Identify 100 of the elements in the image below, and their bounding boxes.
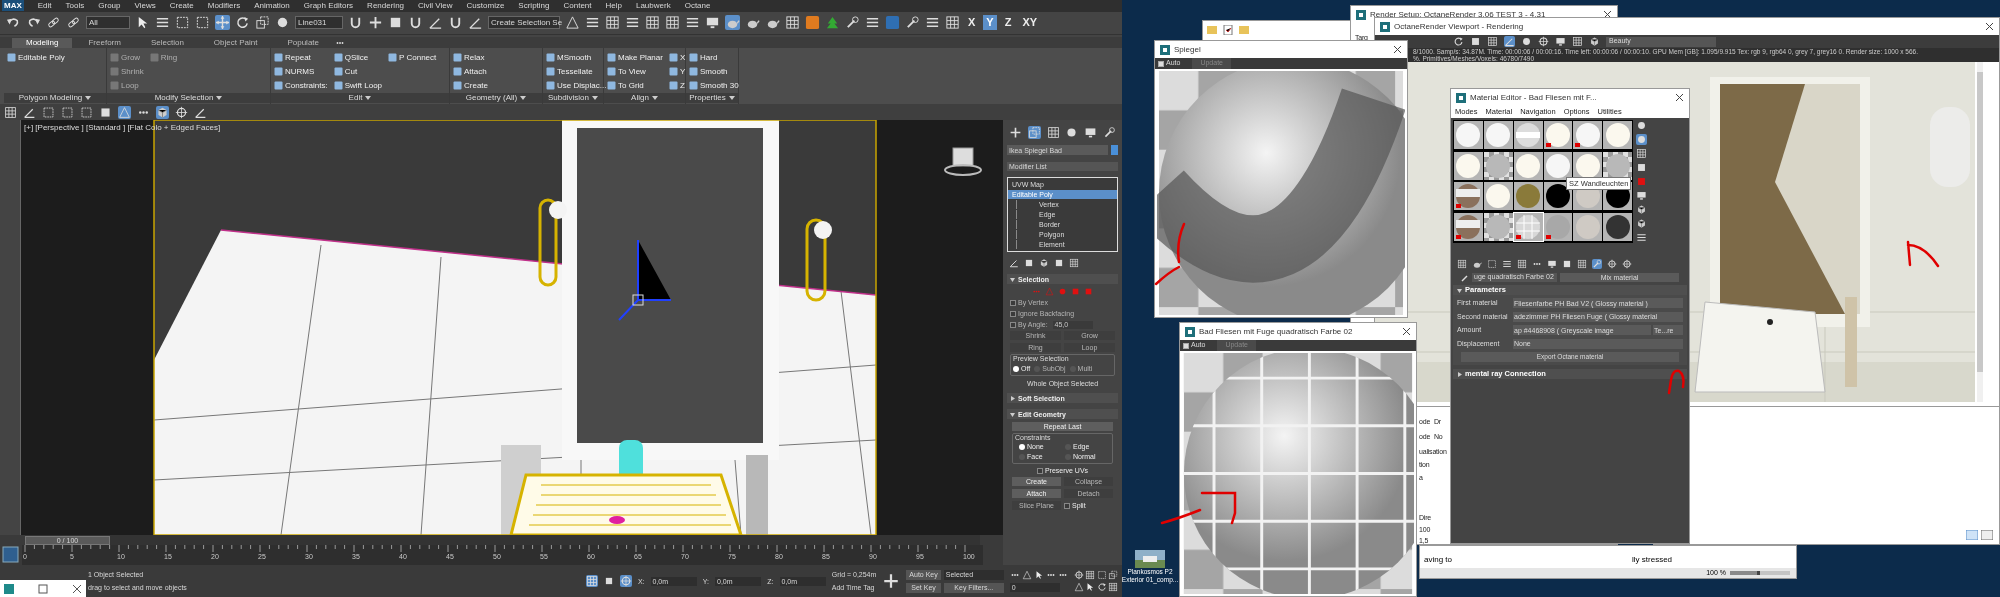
- cube-icon[interactable]: [1589, 36, 1600, 47]
- minimized-window-bar[interactable]: [0, 580, 86, 597]
- monitor-icon[interactable]: [1084, 126, 1098, 140]
- menu-item[interactable]: Help: [605, 1, 622, 10]
- named-object-dropdown[interactable]: Line031: [295, 16, 343, 30]
- material-slot[interactable]: [1483, 182, 1513, 210]
- menu-item[interactable]: Animation: [254, 1, 290, 10]
- checkbox[interactable]: [1158, 60, 1164, 67]
- material-slot[interactable]: [1543, 121, 1573, 149]
- wrench-icon[interactable]: [905, 15, 920, 31]
- triangle-icon[interactable]: [1021, 570, 1032, 581]
- grid-icon[interactable]: [1517, 259, 1527, 269]
- ribbon-group-title-bar[interactable]: Geometry (All): [450, 93, 542, 104]
- grid-icon[interactable]: [665, 15, 680, 31]
- checkbox[interactable]: [1064, 502, 1070, 509]
- material-slot[interactable]: [1573, 121, 1603, 149]
- close-icon[interactable]: [72, 583, 82, 594]
- ribbon-button[interactable]: P Connect: [388, 51, 437, 65]
- grid-icon[interactable]: [785, 15, 800, 31]
- crosshair-icon[interactable]: [1073, 570, 1084, 581]
- ribbon-group-title-bar[interactable]: Align: [604, 93, 685, 104]
- checkbox[interactable]: [1036, 467, 1043, 474]
- ribbon-group-title-bar[interactable]: Subdivision: [543, 93, 603, 104]
- list-icon[interactable]: [1502, 259, 1512, 269]
- dashed-rectangle-icon[interactable]: [195, 15, 210, 31]
- ribbon-tab[interactable]: Modeling: [12, 38, 73, 49]
- dashed-rectangle-icon[interactable]: [1096, 570, 1107, 581]
- plus-icon[interactable]: [1009, 126, 1022, 140]
- menu-item[interactable]: Graph Editors: [303, 1, 354, 10]
- radio-button[interactable]: [1013, 365, 1019, 372]
- material-slot[interactable]: [1483, 121, 1513, 149]
- axis-button[interactable]: XY: [1019, 15, 1041, 31]
- square-icon[interactable]: [1024, 258, 1034, 269]
- menu-item[interactable]: Laubwerk: [635, 1, 671, 10]
- angle-icon[interactable]: [1504, 36, 1515, 47]
- crosshair-icon[interactable]: [175, 105, 188, 119]
- ribbon-group-title-bar[interactable]: Polygon Modeling: [4, 93, 106, 104]
- grid-icon[interactable]: [4, 105, 17, 119]
- grid-icon[interactable]: [1046, 126, 1060, 140]
- ribbon-button[interactable]: Cut: [333, 65, 383, 79]
- dashed-rectangle-icon[interactable]: [175, 15, 190, 31]
- crosshair-icon[interactable]: [1622, 259, 1632, 269]
- ribbon-group-title-bar[interactable]: Properties: [686, 93, 738, 104]
- close-icon[interactable]: [1675, 93, 1684, 102]
- tree-icon[interactable]: [825, 15, 840, 31]
- crosshair-icon[interactable]: [1607, 259, 1617, 269]
- grid-icon[interactable]: [1636, 148, 1647, 159]
- grid-icon[interactable]: [1069, 258, 1079, 269]
- menu-item[interactable]: Scripting: [518, 1, 550, 10]
- menu-item[interactable]: Octane: [684, 1, 711, 10]
- menu-item[interactable]: Group: [98, 1, 121, 10]
- cursor-icon[interactable]: [1085, 582, 1096, 593]
- ribbon-button[interactable]: Make Planar: [607, 51, 663, 65]
- checkbox[interactable]: [1183, 342, 1189, 349]
- menu-item[interactable]: Tools: [65, 1, 85, 10]
- circle-icon[interactable]: [1521, 36, 1532, 47]
- app-logo[interactable]: MAX: [2, 0, 24, 12]
- scale-icon[interactable]: [1027, 126, 1041, 140]
- grid-icon[interactable]: [1487, 36, 1498, 47]
- ribbon-button[interactable]: Create: [453, 79, 488, 93]
- menu-item[interactable]: Views: [134, 1, 156, 10]
- checklist-icon[interactable]: [1223, 25, 1233, 35]
- material-slot[interactable]: [1483, 151, 1513, 180]
- square-icon[interactable]: [1470, 36, 1481, 47]
- grid-icon[interactable]: [1577, 259, 1587, 269]
- link-icon[interactable]: [46, 15, 61, 31]
- wrench-icon[interactable]: [1103, 126, 1116, 140]
- magnet-icon[interactable]: [448, 15, 463, 31]
- ribbon-tab[interactable]: Object Paint: [199, 38, 272, 49]
- caret-icon[interactable]: [520, 96, 527, 101]
- monitor-icon[interactable]: [1547, 259, 1557, 269]
- list-icon[interactable]: [1636, 232, 1647, 243]
- object-color-swatch[interactable]: [1111, 145, 1118, 156]
- monitor-icon[interactable]: [705, 15, 720, 31]
- scale-icon[interactable]: [255, 15, 270, 31]
- ribbon-button[interactable]: Hard: [689, 51, 739, 65]
- ribbon-button[interactable]: Smooth: [689, 65, 739, 79]
- dashed-rectangle-icon[interactable]: [42, 105, 55, 119]
- rotate-icon[interactable]: [1096, 582, 1107, 593]
- dashed-rectangle-icon[interactable]: [61, 105, 74, 119]
- grid-icon[interactable]: [945, 15, 960, 31]
- ribbon-tab[interactable]: Selection: [136, 38, 198, 49]
- zoom-slider[interactable]: [1730, 571, 1790, 575]
- ribbon-button[interactable]: To View: [607, 65, 663, 79]
- ribbon-button[interactable]: X: [668, 51, 686, 65]
- circle-icon[interactable]: [1065, 126, 1079, 140]
- plugin-icon[interactable]: [805, 15, 820, 31]
- ribbon-tab[interactable]: Populate: [273, 38, 333, 49]
- axis-button[interactable]: Z: [1001, 15, 1015, 31]
- caret-icon[interactable]: [216, 96, 223, 101]
- ribbon-button[interactable]: Tessellate: [546, 65, 607, 79]
- material-slot[interactable]: [1513, 121, 1543, 149]
- grid-icon[interactable]: [585, 575, 598, 588]
- material-slot[interactable]: [1603, 212, 1632, 241]
- square-icon[interactable]: [1562, 259, 1572, 269]
- material-slot[interactable]: [1483, 212, 1513, 241]
- material-slot[interactable]: [1513, 151, 1543, 180]
- close-icon[interactable]: [1985, 22, 1994, 31]
- plus-icon[interactable]: [882, 572, 901, 591]
- close-icon[interactable]: [1402, 327, 1411, 336]
